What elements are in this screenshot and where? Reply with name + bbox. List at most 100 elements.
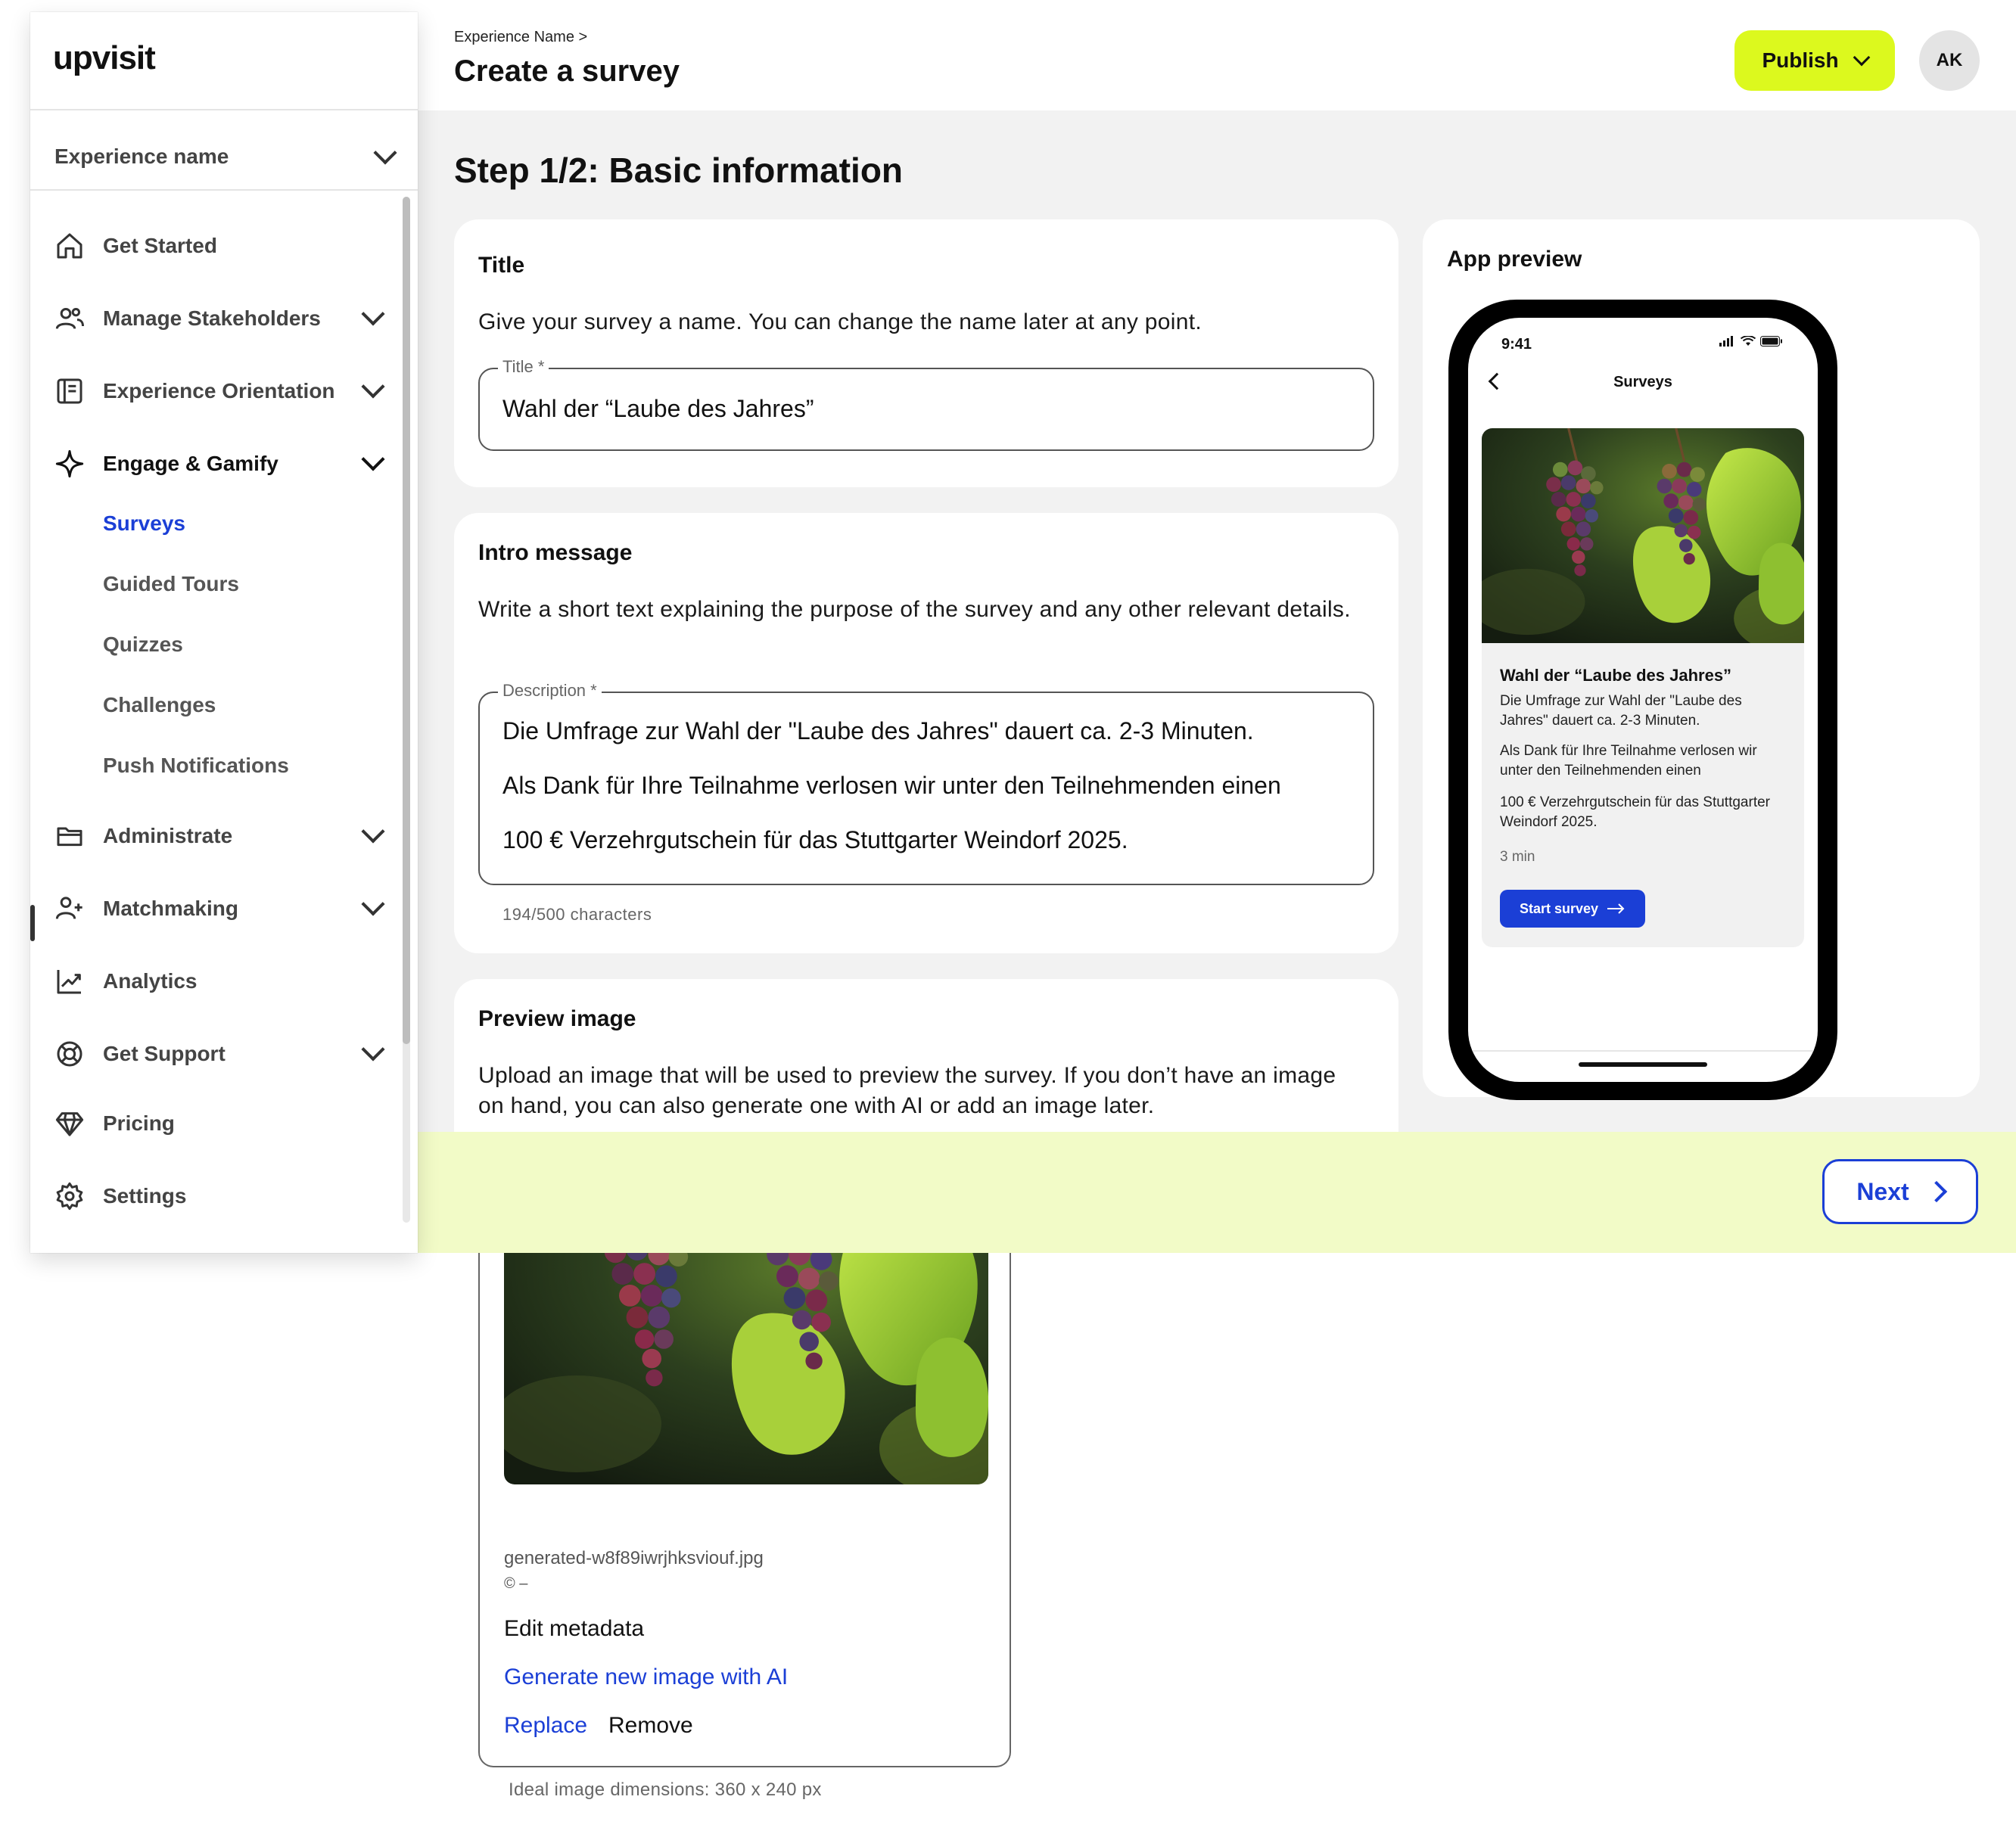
generate-ai-image-link[interactable]: Generate new image with AI	[504, 1664, 788, 1690]
survey-preview-image	[1482, 428, 1804, 643]
app-preview-heading: App preview	[1447, 247, 1582, 272]
preview-card-text: Als Dank für Ihre Teilnahme verlosen wir…	[1500, 743, 1757, 779]
edit-metadata-link[interactable]: Edit metadata	[504, 1616, 644, 1642]
survey-preview-card: Wahl der “Laube des Jahres” Die Umfrage …	[1482, 428, 1804, 947]
description-line: Als Dank für Ihre Teilnahme verlosen wir…	[502, 772, 1281, 799]
sidebar-item-label: Get Started	[103, 234, 217, 257]
remove-image-link[interactable]: Remove	[608, 1713, 693, 1739]
sidebar-item-label: Get Support	[103, 1042, 226, 1065]
sidebar-item-engage-gamify[interactable]: Engage & Gamify	[30, 437, 418, 490]
arrow-right-icon	[1607, 903, 1625, 914]
intro-card-heading: Intro message	[478, 540, 633, 565]
sidebar-item-experience-orientation[interactable]: Experience Orientation	[30, 365, 418, 418]
next-button[interactable]: Next	[1822, 1159, 1978, 1224]
phone-mockup: 9:41 Surveys Wahl der “Laube des Jahres”…	[1448, 300, 1837, 1100]
diamond-icon	[53, 1107, 86, 1140]
gear-icon	[53, 1180, 86, 1213]
preview-card-text: Die Umfrage zur Wahl der "Laube des Jahr…	[1500, 693, 1742, 729]
sidebar-item-label: Analytics	[103, 969, 198, 993]
image-dimensions-hint: Ideal image dimensions: 360 x 240 px	[509, 1779, 822, 1800]
publish-button[interactable]: Publish	[1734, 30, 1895, 91]
folder-icon	[53, 819, 86, 853]
title-field-value: Wahl der “Laube des Jahres”	[502, 395, 814, 422]
chevron-down-icon[interactable]	[361, 447, 385, 471]
sidebar-item-matchmaking[interactable]: Matchmaking	[30, 882, 418, 935]
sidebar-item-manage-stakeholders[interactable]: Manage Stakeholders	[30, 292, 418, 345]
chevron-down-icon	[373, 141, 397, 165]
chevron-down-icon	[1853, 48, 1870, 67]
preview-card-title: Wahl der “Laube des Jahres”	[1500, 666, 1732, 685]
sidebar-item-administrate[interactable]: Administrate	[30, 810, 418, 863]
chevron-down-icon[interactable]	[361, 375, 385, 399]
chevron-down-icon[interactable]	[361, 302, 385, 326]
avatar[interactable]: AK	[1919, 30, 1980, 91]
lifebuoy-icon	[53, 1037, 86, 1071]
battery-icon	[1760, 336, 1782, 347]
status-icons	[1719, 336, 1783, 347]
home-indicator	[1579, 1062, 1707, 1067]
phone-screen: 9:41 Surveys Wahl der “Laube des Jahres”…	[1468, 318, 1818, 1082]
title-field-label: Title *	[498, 357, 549, 377]
page-title: Create a survey	[454, 54, 680, 88]
sidebar-subitem-quizzes[interactable]: Quizzes	[103, 622, 183, 667]
main-content: Step 1/2: Basic information Title Give y…	[418, 110, 2016, 1176]
title-card-heading: Title	[478, 253, 525, 278]
image-copyright: © –	[504, 1575, 528, 1592]
image-filename: generated-w8f89iwrjhksviouf.jpg	[504, 1548, 764, 1568]
publish-button-label: Publish	[1762, 48, 1839, 72]
sidebar-subitem-guided-tours[interactable]: Guided Tours	[103, 561, 239, 607]
users-icon	[53, 302, 86, 335]
replace-image-link[interactable]: Replace	[504, 1713, 587, 1739]
chevron-right-icon	[1925, 1180, 1947, 1203]
title-card: Title Give your survey a name. You can c…	[454, 219, 1398, 487]
start-survey-button[interactable]: Start survey	[1500, 890, 1645, 928]
sidebar-item-get-support[interactable]: Get Support	[30, 1027, 418, 1080]
book-icon	[53, 375, 86, 408]
preview-image-description: Upload an image that will be used to pre…	[478, 1063, 1336, 1118]
chevron-down-icon[interactable]	[361, 1037, 385, 1061]
character-counter: 194/500 characters	[502, 905, 652, 924]
sidebar-item-label: Matchmaking	[103, 897, 238, 920]
sidebar-item-label: Engage & Gamify	[103, 452, 278, 475]
title-field[interactable]: Title * Wahl der “Laube des Jahres”	[478, 357, 1374, 451]
chevron-down-icon[interactable]	[361, 819, 385, 844]
chart-line-icon	[53, 965, 86, 998]
sidebar: upvisit Experience name Get Started Mana…	[30, 12, 418, 1253]
sidebar-item-label: Administrate	[103, 824, 233, 847]
description-line: Die Umfrage zur Wahl der "Laube des Jahr…	[502, 717, 1254, 744]
app-preview-card: App preview 9:41 Surveys Wahl der “Laube…	[1423, 219, 1980, 1100]
chevron-down-icon[interactable]	[361, 892, 385, 916]
sidebar-item-analytics[interactable]: Analytics	[30, 955, 418, 1008]
sparkle-icon	[53, 447, 86, 480]
sidebar-item-label: Experience Orientation	[103, 379, 335, 403]
description-field-label: Description *	[498, 681, 602, 701]
wifi-icon	[1741, 336, 1756, 346]
sidebar-item-get-started[interactable]: Get Started	[30, 219, 418, 272]
app-logo[interactable]: upvisit	[53, 39, 156, 77]
sidebar-subitem-surveys[interactable]: Surveys	[103, 501, 185, 546]
breadcrumb[interactable]: Experience Name >	[454, 29, 587, 46]
title-card-description: Give your survey a name. You can change …	[478, 309, 1202, 334]
start-survey-label: Start survey	[1519, 900, 1599, 916]
description-field[interactable]: Description * Die Umfrage zur Wahl der "…	[478, 681, 1374, 885]
status-time: 9:41	[1501, 336, 1532, 353]
sidebar-subitem-challenges[interactable]: Challenges	[103, 682, 216, 728]
top-header: Experience Name > Create a survey Publis…	[418, 0, 2016, 110]
divider	[30, 189, 418, 191]
sidebar-item-label: Pricing	[103, 1111, 175, 1135]
intro-card-description: Write a short text explaining the purpos…	[478, 597, 1351, 622]
sidebar-subitem-push-notifications[interactable]: Push Notifications	[103, 743, 289, 788]
next-button-label: Next	[1856, 1177, 1909, 1205]
preview-card-text: 100 € Verzehrgutschein für das Stuttgart…	[1500, 794, 1770, 830]
user-plus-icon	[53, 892, 86, 925]
image-upload-box: generated-w8f89iwrjhksviouf.jpg © – Edit…	[478, 1208, 1011, 1767]
step-title: Step 1/2: Basic information	[454, 151, 904, 190]
sidebar-item-settings[interactable]: Settings	[30, 1170, 418, 1223]
signal-icon	[1719, 336, 1733, 347]
home-icon	[53, 229, 86, 263]
bottom-action-bar: Next	[418, 1132, 2016, 1253]
sidebar-item-label: Manage Stakeholders	[103, 306, 321, 330]
sidebar-item-pricing[interactable]: Pricing	[30, 1097, 418, 1150]
description-line: 100 € Verzehrgutschein für das Stuttgart…	[502, 826, 1128, 853]
preview-image-heading: Preview image	[478, 1006, 636, 1031]
